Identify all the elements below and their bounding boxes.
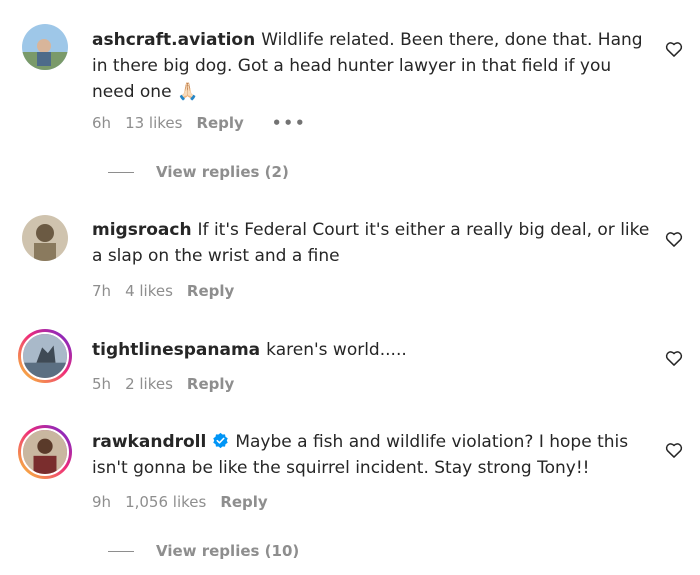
reply-button[interactable]: Reply (187, 375, 234, 393)
view-replies-button[interactable]: View replies (10) (108, 542, 299, 560)
comment-meta: 7h 4 likes Reply (92, 282, 248, 300)
comment-body: karen's world..... (266, 340, 407, 360)
heart-icon[interactable] (664, 440, 684, 460)
comment-likes[interactable]: 4 likes (125, 282, 173, 300)
comment-likes[interactable]: 2 likes (125, 375, 173, 393)
comment-meta: 5h 2 likes Reply (92, 375, 248, 393)
comment-meta: 6h 13 likes Reply ••• (92, 114, 321, 132)
view-replies-label[interactable]: View replies (10) (156, 542, 299, 560)
comment-time: 7h (92, 282, 112, 300)
avatar-story-ring[interactable] (18, 329, 72, 383)
reply-button[interactable]: Reply (187, 282, 234, 300)
comment-likes[interactable]: 13 likes (125, 114, 182, 132)
view-replies-button[interactable]: View replies (2) (108, 163, 289, 181)
reply-button[interactable]: Reply (196, 114, 243, 132)
comment-username[interactable]: rawkandroll (92, 432, 206, 452)
avatar[interactable] (22, 215, 68, 261)
comment-text: rawkandroll Maybe a fish and wildlife vi… (92, 429, 652, 481)
avatar (21, 332, 69, 380)
more-options-icon[interactable]: ••• (272, 114, 307, 132)
comment-username[interactable]: migsroach (92, 220, 192, 240)
comment-likes[interactable]: 1,056 likes (125, 493, 206, 511)
verified-badge-icon (213, 432, 229, 449)
avatar-story-ring[interactable] (18, 425, 72, 479)
comment-text: tightlinespanama karen's world..... (92, 337, 652, 363)
heart-icon[interactable] (664, 39, 684, 59)
heart-icon[interactable] (664, 348, 684, 368)
heart-icon[interactable] (664, 229, 684, 249)
emoji: 🙏🏻 (176, 82, 199, 102)
comment-time: 6h (92, 114, 112, 132)
divider-line (108, 551, 134, 552)
comment-text: migsroach If it's Federal Court it's eith… (92, 217, 652, 269)
comment-username[interactable]: tightlinespanama (92, 340, 260, 360)
comment-username[interactable]: ashcraft.aviation (92, 30, 255, 50)
avatar[interactable] (22, 24, 68, 70)
comment-meta: 9h 1,056 likes Reply (92, 493, 282, 511)
comment-time: 9h (92, 493, 112, 511)
divider-line (108, 172, 134, 173)
avatar (21, 428, 69, 476)
comment-text: ashcraft.aviation Wildlife related. Been … (92, 27, 652, 105)
view-replies-label[interactable]: View replies (2) (156, 163, 289, 181)
reply-button[interactable]: Reply (220, 493, 267, 511)
comment-time: 5h (92, 375, 112, 393)
